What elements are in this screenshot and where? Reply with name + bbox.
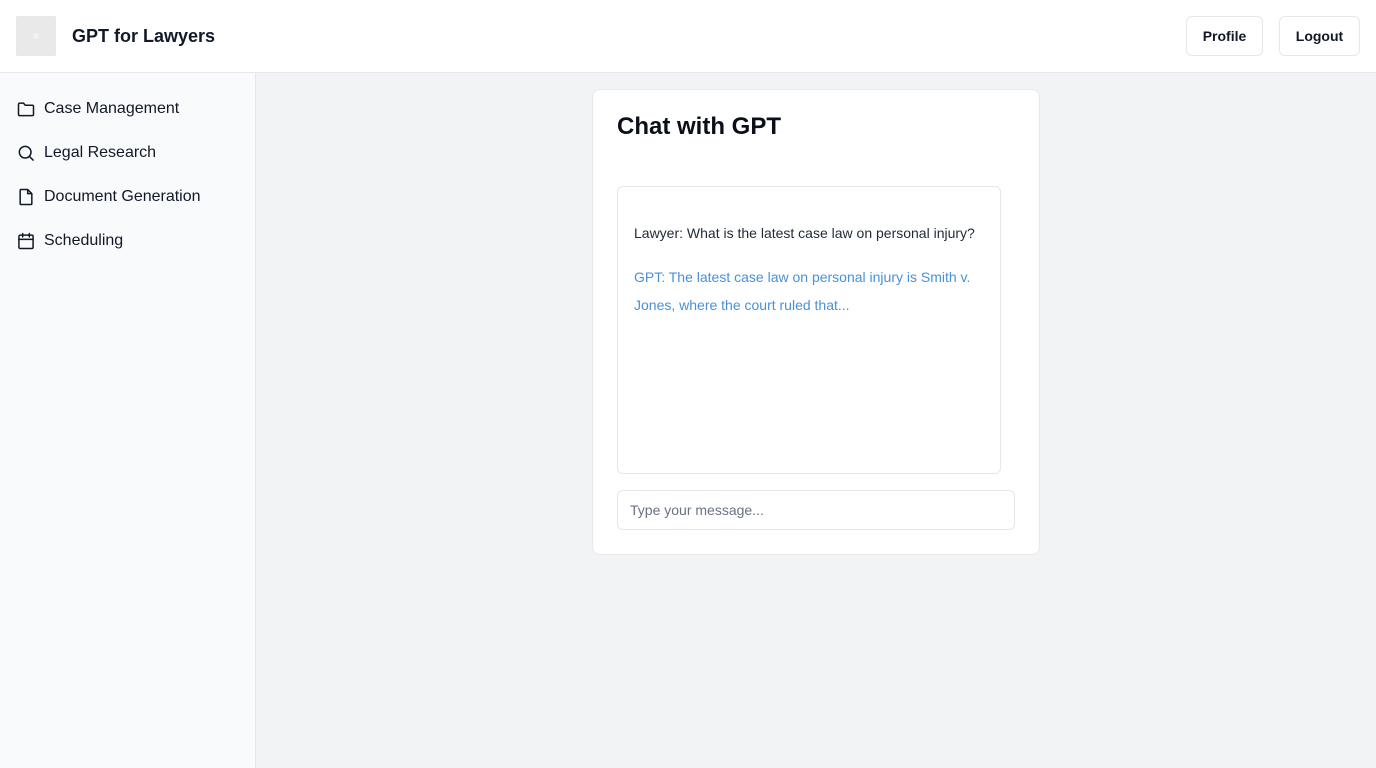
top-header: GPT for Lawyers Profile Logout [0,0,1376,73]
search-icon [16,143,36,163]
main-content: Chat with GPT Lawyer: What is the latest… [256,73,1376,768]
calendar-icon [16,231,36,251]
folder-icon [16,99,36,119]
gpt-message: GPT: The latest case law on personal inj… [634,269,971,313]
logout-button[interactable]: Logout [1279,16,1360,56]
chat-messages[interactable]: Lawyer: What is the latest case law on p… [617,186,1001,474]
sidebar-item-legal-research[interactable]: Legal Research [16,139,240,167]
sidebar-item-label: Legal Research [44,144,157,161]
profile-button[interactable]: Profile [1186,16,1263,56]
sidebar-item-label: Scheduling [44,232,124,249]
document-icon [16,187,36,207]
app-title: GPT for Lawyers [72,26,216,46]
sidebar-item-scheduling[interactable]: Scheduling [16,227,240,255]
sidebar-item-label: Document Generation [44,188,201,205]
sidebar-item-case-management[interactable]: Case Management [16,95,240,123]
sidebar-item-document-generation[interactable]: Document Generation [16,183,240,211]
chat-title: Chat with GPT [617,113,781,140]
user-message: Lawyer: What is the latest case law on p… [634,225,975,241]
chat-card: Chat with GPT Lawyer: What is the latest… [592,89,1040,555]
sidebar: Case Management Legal Research Document … [0,73,256,768]
message-input[interactable] [617,490,1015,530]
sidebar-item-label: Case Management [44,100,180,117]
logo-placeholder-icon [16,16,56,56]
